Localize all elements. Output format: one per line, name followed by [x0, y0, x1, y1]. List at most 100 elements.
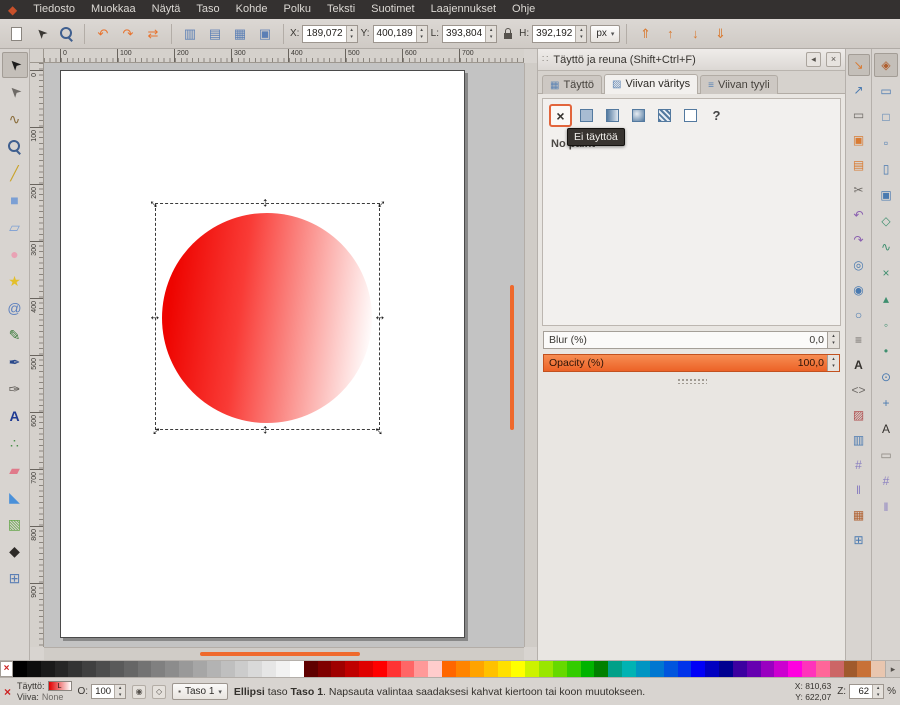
- snap-object-centers-icon[interactable]: ⊙: [874, 365, 898, 389]
- vertical-scrollbar-thumb[interactable]: [510, 285, 514, 430]
- opacity-slider[interactable]: Opacity (%) 100,0 ▴▾: [543, 354, 840, 372]
- color-swatch[interactable]: [345, 661, 359, 677]
- horizontal-scrollbar-thumb[interactable]: [200, 652, 360, 656]
- color-swatch[interactable]: [608, 661, 622, 677]
- color-swatch[interactable]: [318, 661, 332, 677]
- snap-text-baseline-icon[interactable]: A: [874, 417, 898, 441]
- menu-item[interactable]: Näytä: [144, 0, 189, 19]
- spiral-tool[interactable]: @: [2, 295, 28, 321]
- color-swatch[interactable]: [871, 661, 885, 677]
- snap-paths-icon[interactable]: ∿: [874, 235, 898, 259]
- snap-grid-icon[interactable]: #: [874, 469, 898, 493]
- dock-iconify-button[interactable]: ◂: [806, 52, 821, 67]
- paint-none-button[interactable]: ×: [549, 104, 572, 127]
- swatches-dialog-icon[interactable]: ▦: [848, 504, 870, 526]
- width-input[interactable]: 393,804▴▾: [442, 25, 497, 43]
- height-input[interactable]: 392,192▴▾: [532, 25, 587, 43]
- zoom-drawing-icon[interactable]: ◉: [848, 279, 870, 301]
- selection-handle-n[interactable]: ↔: [260, 196, 274, 210]
- color-swatch[interactable]: [761, 661, 775, 677]
- snap-guides-icon[interactable]: ‖: [874, 495, 898, 519]
- snap-rotation-centers-icon[interactable]: +: [874, 391, 898, 415]
- copy-icon[interactable]: ▣: [848, 129, 870, 151]
- print-icon[interactable]: ▭: [848, 104, 870, 126]
- color-swatch[interactable]: [456, 661, 470, 677]
- vertical-ruler[interactable]: 0100200300400500600700800900: [30, 63, 44, 647]
- snap-bbox-corners-icon[interactable]: ▫: [874, 131, 898, 155]
- color-swatch[interactable]: [594, 661, 608, 677]
- dropper-tool[interactable]: ◆: [2, 538, 28, 564]
- color-swatch[interactable]: [733, 661, 747, 677]
- color-swatch[interactable]: [788, 661, 802, 677]
- horizontal-scrollbar[interactable]: [44, 647, 524, 660]
- lower-icon[interactable]: ↓: [683, 22, 707, 46]
- horizontal-ruler[interactable]: 0100200300400500600700: [44, 49, 524, 63]
- selector-tool[interactable]: ➤: [2, 52, 28, 78]
- star-tool[interactable]: ★: [2, 268, 28, 294]
- canvas[interactable]: ↔ ↔ ↔ ↔ ↔ ↔ ↔ ↔: [44, 63, 524, 647]
- raise-to-top-icon[interactable]: ⇑: [633, 22, 657, 46]
- color-swatch[interactable]: [359, 661, 373, 677]
- color-swatch[interactable]: [165, 661, 179, 677]
- color-swatch[interactable]: [622, 661, 636, 677]
- snap-bbox-midpoints-icon[interactable]: ▯: [874, 157, 898, 181]
- ellipse-tool[interactable]: ●: [2, 241, 28, 267]
- color-swatch[interactable]: [691, 661, 705, 677]
- align-icon[interactable]: ▥: [178, 22, 202, 46]
- color-swatch[interactable]: [387, 661, 401, 677]
- paste-icon[interactable]: ▤: [848, 154, 870, 176]
- color-swatch[interactable]: [82, 661, 96, 677]
- new-document-icon[interactable]: [4, 22, 28, 46]
- color-swatch[interactable]: [304, 661, 318, 677]
- color-swatch[interactable]: [290, 661, 304, 677]
- palette-scroll-button[interactable]: ▸: [885, 661, 900, 677]
- menu-item[interactable]: Muokkaa: [83, 0, 144, 19]
- eraser-tool[interactable]: ▰: [2, 457, 28, 483]
- swap-icon[interactable]: ⇄: [141, 22, 165, 46]
- color-swatch[interactable]: [511, 661, 525, 677]
- paint-swatch-button[interactable]: [679, 104, 702, 127]
- tab-fill[interactable]: ▦Täyttö: [542, 75, 602, 94]
- menu-item[interactable]: Kohde: [228, 0, 276, 19]
- paint-unknown-button[interactable]: ?: [705, 104, 728, 127]
- snap-bbox-icon[interactable]: ▭: [874, 79, 898, 103]
- color-swatch[interactable]: [428, 661, 442, 677]
- menu-item[interactable]: Ohje: [504, 0, 543, 19]
- snap-midpoints-icon[interactable]: •: [874, 339, 898, 363]
- grid-icon[interactable]: #: [848, 454, 870, 476]
- color-swatch[interactable]: [747, 661, 761, 677]
- text-dialog-icon[interactable]: A: [848, 354, 870, 376]
- pen-tool[interactable]: ✒: [2, 349, 28, 375]
- color-swatch[interactable]: [373, 661, 387, 677]
- snap-smooth-nodes-icon[interactable]: ◦: [874, 313, 898, 337]
- color-swatch[interactable]: [179, 661, 193, 677]
- paint-flat-color-button[interactable]: [575, 104, 598, 127]
- color-swatch[interactable]: [221, 661, 235, 677]
- connector-tool[interactable]: ⊞: [2, 565, 28, 591]
- raise-icon[interactable]: ↑: [658, 22, 682, 46]
- pencil-tool[interactable]: ✎: [2, 322, 28, 348]
- color-swatch[interactable]: [581, 661, 595, 677]
- x-stepper[interactable]: ▴▾: [346, 26, 357, 42]
- snap-cusp-nodes-icon[interactable]: ▴: [874, 287, 898, 311]
- color-swatch[interactable]: [650, 661, 664, 677]
- snap-nodes-icon[interactable]: ◇: [874, 209, 898, 233]
- gradient-tool[interactable]: ▧: [2, 511, 28, 537]
- x-input[interactable]: 189,072▴▾: [302, 25, 357, 43]
- color-swatch[interactable]: [41, 661, 55, 677]
- color-swatch[interactable]: [816, 661, 830, 677]
- menu-item[interactable]: Suotimet: [363, 0, 422, 19]
- opacity-stepper[interactable]: ▴▾: [827, 355, 839, 371]
- xml-editor-icon[interactable]: <>: [848, 379, 870, 401]
- color-swatch[interactable]: [27, 661, 41, 677]
- calligraphy-tool[interactable]: ✑: [2, 376, 28, 402]
- color-swatch[interactable]: [110, 661, 124, 677]
- color-swatch[interactable]: [138, 661, 152, 677]
- lower-to-bottom-icon[interactable]: ⇓: [708, 22, 732, 46]
- color-swatch[interactable]: [193, 661, 207, 677]
- color-swatch[interactable]: [235, 661, 249, 677]
- tab-stroke-style[interactable]: ≡Viivan tyyli: [700, 75, 778, 94]
- snap-toggle-icon[interactable]: ◈: [874, 53, 898, 77]
- y-input[interactable]: 400,189▴▾: [373, 25, 428, 43]
- align-dialog-icon[interactable]: ▥: [848, 429, 870, 451]
